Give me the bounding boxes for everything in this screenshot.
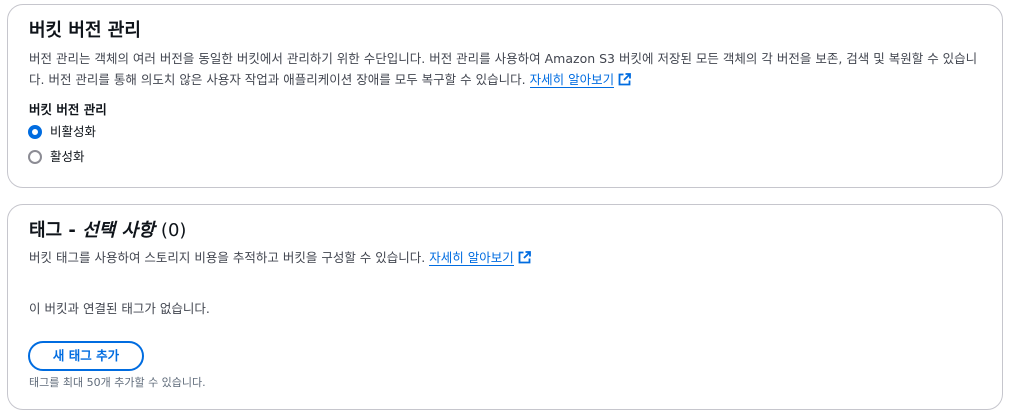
radio-disable[interactable]: 비활성화 bbox=[28, 123, 96, 141]
external-link-icon[interactable] bbox=[518, 249, 531, 270]
tags-learn-more-label: 자세히 알아보기 bbox=[429, 250, 514, 265]
radio-enable[interactable]: 활성화 bbox=[28, 148, 85, 166]
versioning-learn-more-label: 자세히 알아보기 bbox=[529, 72, 615, 87]
versioning-learn-more-link[interactable]: 자세히 알아보기 bbox=[529, 72, 615, 88]
tags-panel: 태그 - 선택 사항 (0) 버킷 태그를 사용하여 스토리지 비용을 추적하고… bbox=[7, 204, 1003, 410]
add-tag-button[interactable]: 새 태그 추가 bbox=[28, 341, 144, 371]
tags-limit-hint: 태그를 최대 50개 추가할 수 있습니다. bbox=[29, 376, 206, 389]
bucket-versioning-panel: 버킷 버전 관리 버전 관리는 객체의 여러 버전을 동일한 버킷에서 관리하기… bbox=[7, 4, 1003, 188]
radio-enable-label: 활성화 bbox=[50, 149, 85, 164]
radio-disable-label: 비활성화 bbox=[50, 124, 97, 139]
external-link-icon[interactable] bbox=[618, 71, 631, 92]
versioning-title: 버킷 버전 관리 bbox=[29, 20, 141, 41]
tags-title-prefix: 태그 - bbox=[29, 220, 83, 241]
tags-description: 버킷 태그를 사용하여 스토리지 비용을 추적하고 버킷을 구성할 수 있습니다… bbox=[29, 247, 982, 270]
tags-empty-text: 이 버킷과 연결된 태그가 없습니다. bbox=[29, 301, 210, 316]
tags-title: 태그 - 선택 사항 (0) bbox=[29, 219, 186, 243]
tags-count: (0) bbox=[160, 220, 187, 241]
versioning-description: 버전 관리는 객체의 여러 버전을 동일한 버킷에서 관리하기 위한 수단입니다… bbox=[29, 48, 982, 92]
tags-learn-more-link[interactable]: 자세히 알아보기 bbox=[429, 250, 514, 266]
radio-enable-control[interactable] bbox=[28, 150, 42, 164]
tags-description-text: 버킷 태그를 사용하여 스토리지 비용을 추적하고 버킷을 구성할 수 있습니다… bbox=[29, 250, 426, 265]
tags-title-optional: 선택 사항 bbox=[82, 220, 155, 241]
versioning-field-label: 버킷 버전 관리 bbox=[29, 102, 107, 117]
versioning-description-text: 버전 관리는 객체의 여러 버전을 동일한 버킷에서 관리하기 위한 수단입니다… bbox=[29, 51, 978, 87]
radio-disable-control[interactable] bbox=[28, 125, 42, 139]
